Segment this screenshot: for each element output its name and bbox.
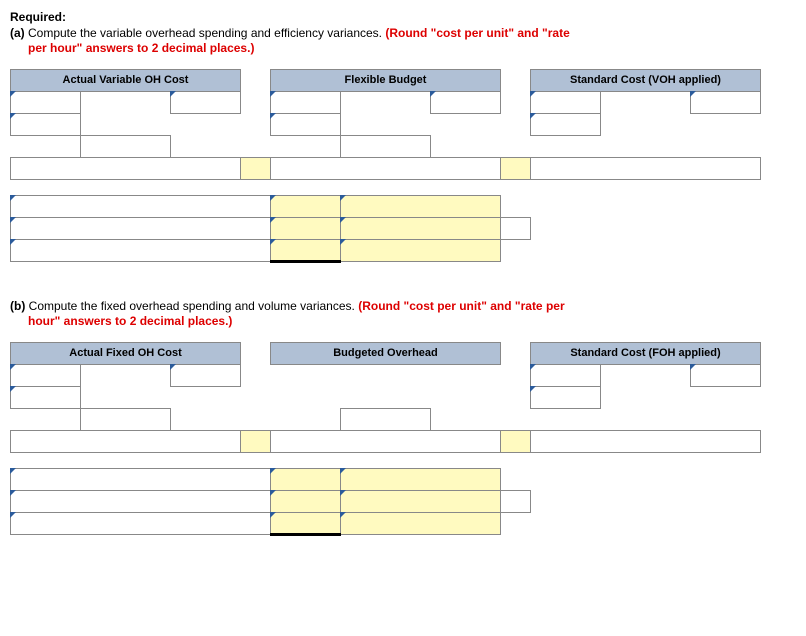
input-cell[interactable] <box>81 408 171 430</box>
input-cell[interactable] <box>501 490 531 512</box>
variance-amount-cell[interactable] <box>271 195 341 217</box>
wide-cell[interactable] <box>271 157 501 179</box>
result-cell[interactable] <box>501 430 531 452</box>
part-a-red1: (Round "cost per unit" and "rate <box>385 26 569 40</box>
input-cell[interactable] <box>271 91 341 113</box>
input-cell[interactable] <box>501 217 531 239</box>
wide-cell[interactable] <box>11 157 241 179</box>
input-cell[interactable] <box>81 135 171 157</box>
header-actual-voh: Actual Variable OH Cost <box>11 69 241 91</box>
wide-cell[interactable] <box>531 157 761 179</box>
variance-type-cell[interactable] <box>341 217 501 239</box>
part-b-red1: (Round "cost per unit" and "rate per <box>358 299 564 313</box>
input-cell[interactable] <box>271 113 341 135</box>
variance-table-b: Actual Fixed OH Cost Budgeted Overhead S… <box>10 342 761 536</box>
input-cell[interactable] <box>171 364 241 386</box>
input-cell[interactable] <box>11 91 81 113</box>
header-budgeted-overhead: Budgeted Overhead <box>271 342 501 364</box>
variance-label-cell[interactable] <box>11 512 271 534</box>
variance-label-cell[interactable] <box>11 490 271 512</box>
result-cell[interactable] <box>501 157 531 179</box>
part-a-grid: Actual Variable OH Cost Flexible Budget … <box>10 69 796 263</box>
variance-amount-cell[interactable] <box>271 239 341 261</box>
variance-label-cell[interactable] <box>11 217 271 239</box>
variance-amount-cell[interactable] <box>271 468 341 490</box>
input-cell[interactable] <box>691 91 761 113</box>
part-b-grid: Actual Fixed OH Cost Budgeted Overhead S… <box>10 342 796 536</box>
part-a-text: Compute the variable overhead spending a… <box>28 26 385 40</box>
variance-type-cell[interactable] <box>341 239 501 261</box>
part-a-red2: per hour" answers to 2 decimal places.) <box>10 41 796 57</box>
input-cell[interactable] <box>171 91 241 113</box>
input-cell[interactable] <box>431 91 501 113</box>
variance-type-cell[interactable] <box>341 468 501 490</box>
variance-type-cell[interactable] <box>341 512 501 534</box>
required-heading: Required: (a) Compute the variable overh… <box>10 10 796 57</box>
part-a-marker: (a) <box>10 26 28 40</box>
variance-table-a: Actual Variable OH Cost Flexible Budget … <box>10 69 761 263</box>
variance-type-cell[interactable] <box>341 195 501 217</box>
variance-amount-cell[interactable] <box>271 490 341 512</box>
header-flexible-budget: Flexible Budget <box>271 69 501 91</box>
part-b-text: Compute the fixed overhead spending and … <box>29 299 359 313</box>
input-cell[interactable] <box>11 364 81 386</box>
header-actual-foh: Actual Fixed OH Cost <box>11 342 241 364</box>
input-cell[interactable] <box>341 135 431 157</box>
header-standard-voh: Standard Cost (VOH applied) <box>531 69 761 91</box>
variance-label-cell[interactable] <box>11 195 271 217</box>
result-cell[interactable] <box>241 430 271 452</box>
variance-amount-cell[interactable] <box>271 512 341 534</box>
part-b-red2: hour" answers to 2 decimal places.) <box>10 314 796 330</box>
input-cell[interactable] <box>11 386 81 408</box>
input-cell[interactable] <box>531 91 601 113</box>
input-cell[interactable] <box>691 364 761 386</box>
wide-cell[interactable] <box>531 430 761 452</box>
input-cell[interactable] <box>531 364 601 386</box>
wide-cell[interactable] <box>11 430 241 452</box>
required-label: Required: <box>10 10 66 24</box>
input-cell[interactable] <box>531 386 601 408</box>
result-cell[interactable] <box>241 157 271 179</box>
variance-label-cell[interactable] <box>11 239 271 261</box>
variance-amount-cell[interactable] <box>271 217 341 239</box>
variance-label-cell[interactable] <box>11 468 271 490</box>
input-cell[interactable] <box>341 408 431 430</box>
input-cell[interactable] <box>11 113 81 135</box>
input-cell[interactable] <box>531 113 601 135</box>
header-standard-foh: Standard Cost (FOH applied) <box>531 342 761 364</box>
variance-type-cell[interactable] <box>341 490 501 512</box>
wide-cell[interactable] <box>271 430 501 452</box>
part-b-prompt: (b) Compute the fixed overhead spending … <box>10 299 796 330</box>
part-b-marker: (b) <box>10 299 29 313</box>
